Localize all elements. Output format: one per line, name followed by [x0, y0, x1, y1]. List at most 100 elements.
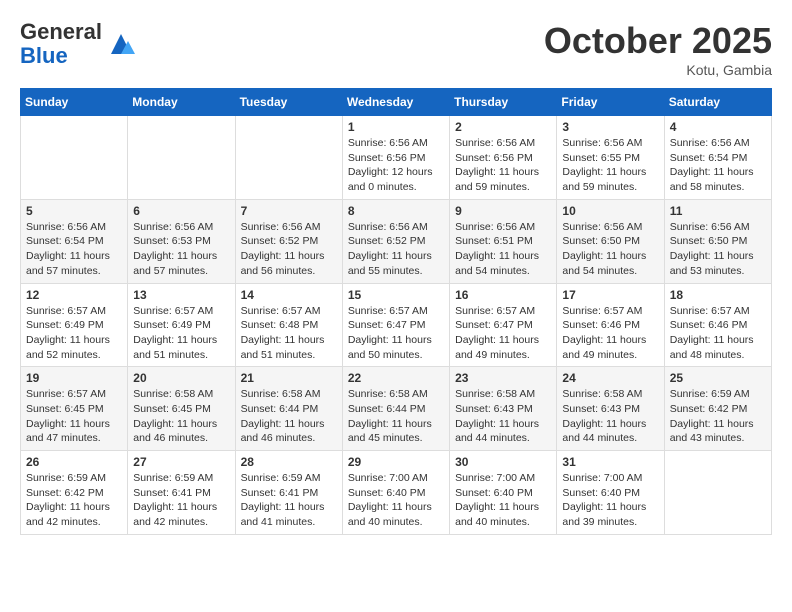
day-number: 23	[455, 371, 551, 385]
calendar-cell: 15 Sunrise: 6:57 AM Sunset: 6:47 PM Dayli…	[342, 283, 449, 367]
calendar-cell: 20 Sunrise: 6:58 AM Sunset: 6:45 PM Dayli…	[128, 367, 235, 451]
day-number: 14	[241, 288, 337, 302]
calendar-cell: 22 Sunrise: 6:58 AM Sunset: 6:44 PM Dayli…	[342, 367, 449, 451]
calendar-cell: 27 Sunrise: 6:59 AM Sunset: 6:41 PM Dayli…	[128, 451, 235, 535]
day-info: Sunrise: 6:57 AM Sunset: 6:49 PM Dayligh…	[26, 304, 122, 363]
calendar-cell: 21 Sunrise: 6:58 AM Sunset: 6:44 PM Dayli…	[235, 367, 342, 451]
day-number: 1	[348, 120, 444, 134]
day-info: Sunrise: 6:58 AM Sunset: 6:43 PM Dayligh…	[562, 387, 658, 446]
day-info: Sunrise: 7:00 AM Sunset: 6:40 PM Dayligh…	[455, 471, 551, 530]
logo-icon	[106, 29, 136, 59]
month-title: October 2025	[544, 20, 772, 62]
day-info: Sunrise: 6:56 AM Sunset: 6:53 PM Dayligh…	[133, 220, 229, 279]
day-number: 13	[133, 288, 229, 302]
calendar-week-row: 1 Sunrise: 6:56 AM Sunset: 6:56 PM Daylig…	[21, 116, 772, 200]
calendar-week-row: 12 Sunrise: 6:57 AM Sunset: 6:49 PM Dayli…	[21, 283, 772, 367]
day-number: 19	[26, 371, 122, 385]
day-info: Sunrise: 6:56 AM Sunset: 6:54 PM Dayligh…	[670, 136, 766, 195]
calendar-cell: 24 Sunrise: 6:58 AM Sunset: 6:43 PM Dayli…	[557, 367, 664, 451]
calendar-cell: 28 Sunrise: 6:59 AM Sunset: 6:41 PM Dayli…	[235, 451, 342, 535]
day-number: 7	[241, 204, 337, 218]
calendar-cell: 26 Sunrise: 6:59 AM Sunset: 6:42 PM Dayli…	[21, 451, 128, 535]
weekday-header: Tuesday	[235, 89, 342, 116]
day-info: Sunrise: 6:58 AM Sunset: 6:44 PM Dayligh…	[241, 387, 337, 446]
calendar-cell	[664, 451, 771, 535]
day-number: 8	[348, 204, 444, 218]
calendar-cell: 14 Sunrise: 6:57 AM Sunset: 6:48 PM Dayli…	[235, 283, 342, 367]
calendar-cell	[128, 116, 235, 200]
day-info: Sunrise: 6:56 AM Sunset: 6:55 PM Dayligh…	[562, 136, 658, 195]
day-info: Sunrise: 6:57 AM Sunset: 6:46 PM Dayligh…	[670, 304, 766, 363]
day-info: Sunrise: 6:59 AM Sunset: 6:41 PM Dayligh…	[133, 471, 229, 530]
page-header: General Blue October 2025 Kotu, Gambia	[20, 20, 772, 78]
day-number: 27	[133, 455, 229, 469]
day-info: Sunrise: 6:57 AM Sunset: 6:47 PM Dayligh…	[455, 304, 551, 363]
day-number: 21	[241, 371, 337, 385]
day-number: 2	[455, 120, 551, 134]
calendar-table: SundayMondayTuesdayWednesdayThursdayFrid…	[20, 88, 772, 535]
calendar-cell: 31Sunrise: 7:00 AM Sunset: 6:40 PM Dayli…	[557, 451, 664, 535]
day-info: Sunrise: 6:56 AM Sunset: 6:50 PM Dayligh…	[670, 220, 766, 279]
weekday-header: Wednesday	[342, 89, 449, 116]
day-number: 3	[562, 120, 658, 134]
day-info: Sunrise: 7:00 AM Sunset: 6:40 PM Dayligh…	[348, 471, 444, 530]
calendar-cell: 6Sunrise: 6:56 AM Sunset: 6:53 PM Daylig…	[128, 199, 235, 283]
calendar-cell: 3 Sunrise: 6:56 AM Sunset: 6:55 PM Daylig…	[557, 116, 664, 200]
day-number: 30	[455, 455, 551, 469]
calendar-cell: 17 Sunrise: 6:57 AM Sunset: 6:46 PM Dayli…	[557, 283, 664, 367]
day-info: Sunrise: 6:58 AM Sunset: 6:44 PM Dayligh…	[348, 387, 444, 446]
day-info: Sunrise: 6:58 AM Sunset: 6:45 PM Dayligh…	[133, 387, 229, 446]
calendar-cell: 16 Sunrise: 6:57 AM Sunset: 6:47 PM Dayli…	[450, 283, 557, 367]
calendar-cell: 25 Sunrise: 6:59 AM Sunset: 6:42 PM Dayli…	[664, 367, 771, 451]
calendar-cell: 10 Sunrise: 6:56 AM Sunset: 6:50 PM Dayli…	[557, 199, 664, 283]
day-number: 9	[455, 204, 551, 218]
day-info: Sunrise: 6:59 AM Sunset: 6:41 PM Dayligh…	[241, 471, 337, 530]
day-number: 10	[562, 204, 658, 218]
day-info: Sunrise: 6:57 AM Sunset: 6:46 PM Dayligh…	[562, 304, 658, 363]
weekday-header: Thursday	[450, 89, 557, 116]
weekday-header: Sunday	[21, 89, 128, 116]
day-number: 18	[670, 288, 766, 302]
day-number: 28	[241, 455, 337, 469]
calendar-cell	[235, 116, 342, 200]
day-number: 12	[26, 288, 122, 302]
calendar-cell: 23Sunrise: 6:58 AM Sunset: 6:43 PM Dayli…	[450, 367, 557, 451]
calendar-cell: 30 Sunrise: 7:00 AM Sunset: 6:40 PM Dayli…	[450, 451, 557, 535]
day-number: 16	[455, 288, 551, 302]
day-number: 31	[562, 455, 658, 469]
day-info: Sunrise: 6:59 AM Sunset: 6:42 PM Dayligh…	[670, 387, 766, 446]
calendar-cell	[21, 116, 128, 200]
day-number: 4	[670, 120, 766, 134]
day-info: Sunrise: 6:56 AM Sunset: 6:54 PM Dayligh…	[26, 220, 122, 279]
day-number: 15	[348, 288, 444, 302]
logo-blue: Blue	[20, 43, 68, 68]
day-number: 20	[133, 371, 229, 385]
calendar-week-row: 19 Sunrise: 6:57 AM Sunset: 6:45 PM Dayli…	[21, 367, 772, 451]
calendar-cell: 1 Sunrise: 6:56 AM Sunset: 6:56 PM Daylig…	[342, 116, 449, 200]
day-info: Sunrise: 6:57 AM Sunset: 6:45 PM Dayligh…	[26, 387, 122, 446]
logo-general: General	[20, 19, 102, 44]
calendar-week-row: 5 Sunrise: 6:56 AM Sunset: 6:54 PM Daylig…	[21, 199, 772, 283]
day-number: 22	[348, 371, 444, 385]
day-info: Sunrise: 6:56 AM Sunset: 6:50 PM Dayligh…	[562, 220, 658, 279]
calendar-cell: 11 Sunrise: 6:56 AM Sunset: 6:50 PM Dayli…	[664, 199, 771, 283]
calendar-cell: 13Sunrise: 6:57 AM Sunset: 6:49 PM Dayli…	[128, 283, 235, 367]
day-number: 25	[670, 371, 766, 385]
calendar-cell: 9 Sunrise: 6:56 AM Sunset: 6:51 PM Daylig…	[450, 199, 557, 283]
day-number: 24	[562, 371, 658, 385]
day-number: 26	[26, 455, 122, 469]
day-number: 17	[562, 288, 658, 302]
day-info: Sunrise: 6:57 AM Sunset: 6:48 PM Dayligh…	[241, 304, 337, 363]
day-info: Sunrise: 6:56 AM Sunset: 6:52 PM Dayligh…	[348, 220, 444, 279]
calendar-cell: 18 Sunrise: 6:57 AM Sunset: 6:46 PM Dayli…	[664, 283, 771, 367]
day-number: 5	[26, 204, 122, 218]
day-info: Sunrise: 6:56 AM Sunset: 6:56 PM Dayligh…	[348, 136, 444, 195]
weekday-header: Monday	[128, 89, 235, 116]
location: Kotu, Gambia	[544, 62, 772, 78]
day-info: Sunrise: 6:59 AM Sunset: 6:42 PM Dayligh…	[26, 471, 122, 530]
weekday-header: Saturday	[664, 89, 771, 116]
day-info: Sunrise: 6:56 AM Sunset: 6:51 PM Dayligh…	[455, 220, 551, 279]
day-number: 11	[670, 204, 766, 218]
calendar-cell: 7Sunrise: 6:56 AM Sunset: 6:52 PM Daylig…	[235, 199, 342, 283]
day-info: Sunrise: 6:57 AM Sunset: 6:47 PM Dayligh…	[348, 304, 444, 363]
